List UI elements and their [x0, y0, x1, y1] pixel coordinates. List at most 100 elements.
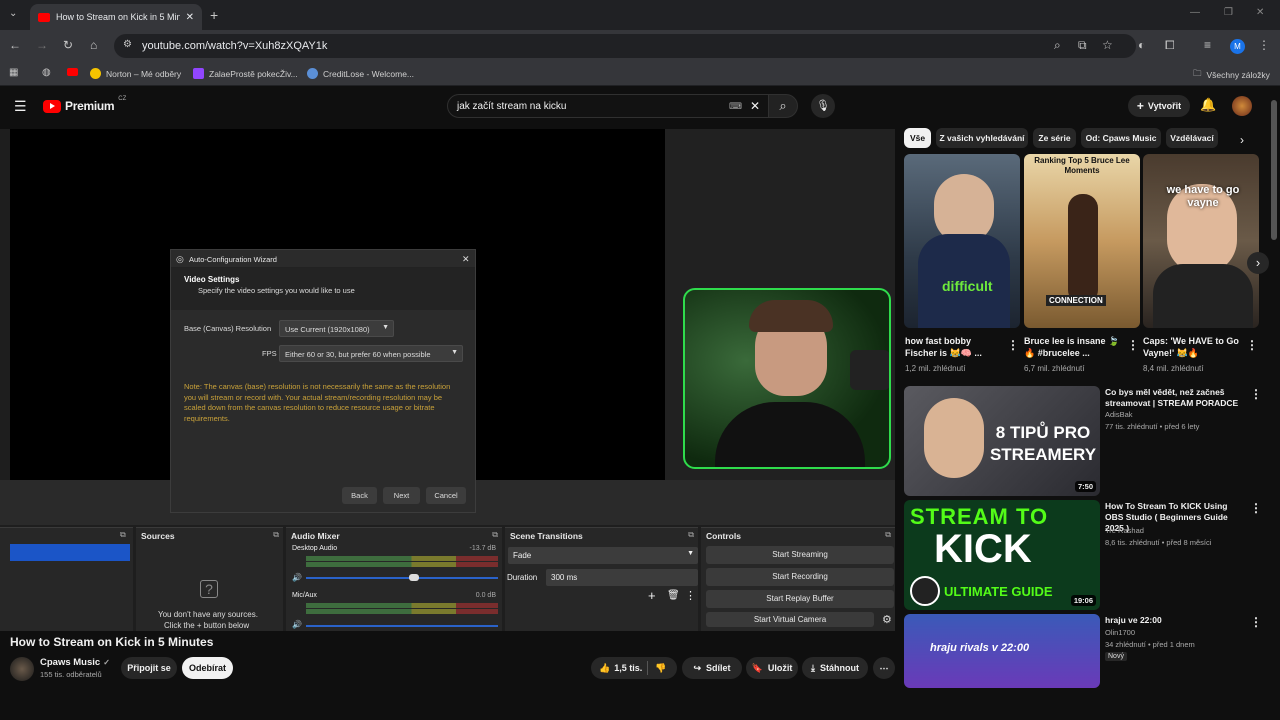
- browser-tab[interactable]: How to Stream on Kick in 5 Minut ✕: [30, 4, 202, 30]
- close-window-icon[interactable]: ✕: [1256, 8, 1264, 18]
- start-recording-button[interactable]: Start Recording: [706, 568, 894, 586]
- dislike-icon[interactable]: 👎: [655, 663, 666, 674]
- bookmark-youtube[interactable]: [67, 68, 78, 76]
- slider-handle[interactable]: [409, 574, 419, 581]
- close-tab-icon[interactable]: ✕: [186, 12, 194, 23]
- short-title[interactable]: Bruce lee is insane 🍃🔥 #brucelee ...: [1024, 335, 1122, 359]
- notifications-bell-icon[interactable]: 🔔: [1200, 98, 1216, 111]
- short-thumbnail[interactable]: we have to go vayne: [1143, 154, 1259, 328]
- account-avatar[interactable]: [1232, 96, 1252, 116]
- chip-educational[interactable]: Vzdělávací: [1166, 128, 1218, 148]
- bookmark-creditlose[interactable]: CreditLose - Welcome...: [307, 68, 414, 79]
- maximize-icon[interactable]: ❐: [1224, 8, 1233, 18]
- short-thumbnail[interactable]: difficult: [904, 154, 1020, 328]
- speaker-icon[interactable]: 🔊: [292, 620, 302, 629]
- delete-transition-icon[interactable]: 🗑: [667, 590, 680, 601]
- resolution-select[interactable]: Use Current (1920x1080) ▼: [279, 320, 394, 337]
- bookmark-twitch[interactable]: ZalaeProstě pokecŽiv...: [193, 68, 298, 79]
- short-title[interactable]: Caps: 'We HAVE to Go Vayne!' 😹🔥: [1143, 335, 1241, 359]
- like-count[interactable]: 1,5 tis.: [614, 663, 642, 673]
- settings-gear-icon[interactable]: ⚙: [882, 613, 892, 626]
- start-replay-buffer-button[interactable]: Start Replay Buffer: [706, 590, 894, 608]
- voice-search-button[interactable]: 🎙: [811, 94, 835, 118]
- apps-grid-icon[interactable]: ▦: [9, 68, 18, 78]
- create-button[interactable]: + Vytvořit: [1128, 95, 1190, 117]
- site-info-icon[interactable]: ⚙: [123, 40, 132, 50]
- address-bar[interactable]: ⚙ youtube.com/watch?v=Xuh8zXQAY1k ⌕ ⧉ ☆: [114, 34, 1136, 58]
- save-button[interactable]: 🔖 Uložit: [746, 657, 798, 679]
- desktop-volume-slider[interactable]: [306, 574, 498, 581]
- panel-menu-icon[interactable]: ⧉: [120, 530, 126, 540]
- short-more-icon[interactable]: ⋮: [1007, 338, 1019, 352]
- zoom-icon[interactable]: ⌕: [1054, 39, 1061, 51]
- panel-menu-icon[interactable]: ⧉: [885, 530, 891, 540]
- profile-avatar[interactable]: M: [1230, 39, 1245, 54]
- page-scrollbar[interactable]: [1271, 100, 1277, 240]
- search-input[interactable]: jak začít stream na kicku ⌨ ✕: [447, 94, 769, 118]
- panel-menu-icon[interactable]: ⧉: [273, 530, 279, 540]
- short-title[interactable]: how fast bobby Fischer is 😹🧠 ...: [905, 335, 1000, 359]
- youtube-logo[interactable]: Premium CZ: [43, 96, 126, 113]
- browser-menu-icon[interactable]: ⋮: [1258, 39, 1270, 51]
- wizard-close-icon[interactable]: ✕: [462, 254, 470, 265]
- back-icon[interactable]: ←: [9, 39, 21, 51]
- fps-select[interactable]: Either 60 or 30, but prefer 60 when poss…: [279, 345, 463, 362]
- bookmark-norton[interactable]: Norton – Mé odběry: [90, 68, 181, 79]
- duration-input[interactable]: 300 ms: [546, 569, 698, 586]
- transition-menu-icon[interactable]: ⋮: [685, 589, 696, 602]
- search-button[interactable]: ⌕: [768, 94, 798, 118]
- video-channel[interactable]: Olin1700: [1105, 628, 1255, 638]
- shorts-next-button[interactable]: ›: [1247, 252, 1269, 274]
- panel-menu-icon[interactable]: ⧉: [492, 530, 498, 540]
- video-more-icon[interactable]: ⋮: [1250, 501, 1262, 515]
- download-button[interactable]: ⤓ Stáhnout: [802, 657, 868, 679]
- minimize-icon[interactable]: —: [1190, 8, 1200, 18]
- video-thumbnail[interactable]: STREAM TO KICK ULTIMATE GUIDE 19:06: [904, 500, 1100, 610]
- chip-all[interactable]: Vše: [904, 128, 931, 148]
- video-thumbnail[interactable]: hraju rivals v 22:00: [904, 614, 1100, 688]
- install-app-icon[interactable]: ⧉: [1078, 39, 1087, 51]
- home-icon[interactable]: ⌂: [90, 39, 97, 51]
- keyboard-icon[interactable]: ⌨: [729, 101, 742, 112]
- globe-icon[interactable]: ◍: [42, 68, 51, 78]
- more-actions-button[interactable]: ⋯: [873, 657, 895, 679]
- transition-select[interactable]: Fade ▼: [508, 547, 698, 564]
- chip-from-searches[interactable]: Z vašich vyhledávání: [936, 128, 1028, 148]
- channel-name-row[interactable]: Cpaws Music ✓: [40, 657, 110, 668]
- start-virtual-camera-button[interactable]: Start Virtual Camera: [706, 612, 874, 627]
- start-streaming-button[interactable]: Start Streaming: [706, 546, 894, 564]
- all-bookmarks[interactable]: 🗀 Všechny záložky: [1193, 68, 1270, 82]
- video-more-icon[interactable]: ⋮: [1250, 387, 1262, 401]
- new-tab-icon[interactable]: +: [210, 8, 218, 22]
- share-button[interactable]: ↪ Sdílet: [682, 657, 742, 679]
- subscribe-button[interactable]: Odebírat: [182, 657, 233, 679]
- speaker-icon[interactable]: 🔊: [292, 573, 302, 582]
- video-thumbnail[interactable]: 8 TIPŮ PRO STREAMERY 7:50: [904, 386, 1100, 496]
- chip-channel[interactable]: Od: Cpaws Music: [1081, 128, 1161, 148]
- clear-search-icon[interactable]: ✕: [750, 99, 760, 113]
- short-more-icon[interactable]: ⋮: [1127, 338, 1139, 352]
- chevron-right-icon[interactable]: ›: [1240, 133, 1244, 147]
- channel-avatar[interactable]: [10, 657, 34, 681]
- bookmark-star-icon[interactable]: ☆: [1102, 39, 1113, 51]
- short-thumbnail[interactable]: Ranking Top 5 Bruce Lee Moments CONNECTI…: [1024, 154, 1140, 328]
- selected-scene[interactable]: [10, 544, 130, 561]
- next-button[interactable]: Next: [383, 487, 420, 504]
- video-channel[interactable]: Tre Rashad: [1105, 526, 1255, 536]
- media-control-icon[interactable]: ≡: [1204, 39, 1211, 51]
- mic-volume-slider[interactable]: [306, 625, 498, 627]
- cancel-button[interactable]: Cancel: [426, 487, 466, 504]
- forward-icon[interactable]: →: [36, 39, 48, 51]
- video-title-link[interactable]: hraju ve 22:00: [1105, 615, 1245, 626]
- panel-menu-icon[interactable]: ⧉: [688, 530, 694, 540]
- video-more-icon[interactable]: ⋮: [1250, 615, 1262, 629]
- extension-shield-icon[interactable]: ◐: [1138, 39, 1145, 51]
- hamburger-menu-icon[interactable]: ☰: [14, 99, 27, 113]
- like-icon[interactable]: 👍: [599, 663, 610, 674]
- short-more-icon[interactable]: ⋮: [1246, 338, 1258, 352]
- video-title-link[interactable]: Co bys měl vědět, než začneš streamovat …: [1105, 387, 1245, 409]
- chip-from-series[interactable]: Ze série: [1033, 128, 1076, 148]
- join-button[interactable]: Připojit se: [121, 657, 177, 679]
- add-transition-icon[interactable]: +: [648, 588, 656, 603]
- back-button[interactable]: Back: [342, 487, 377, 504]
